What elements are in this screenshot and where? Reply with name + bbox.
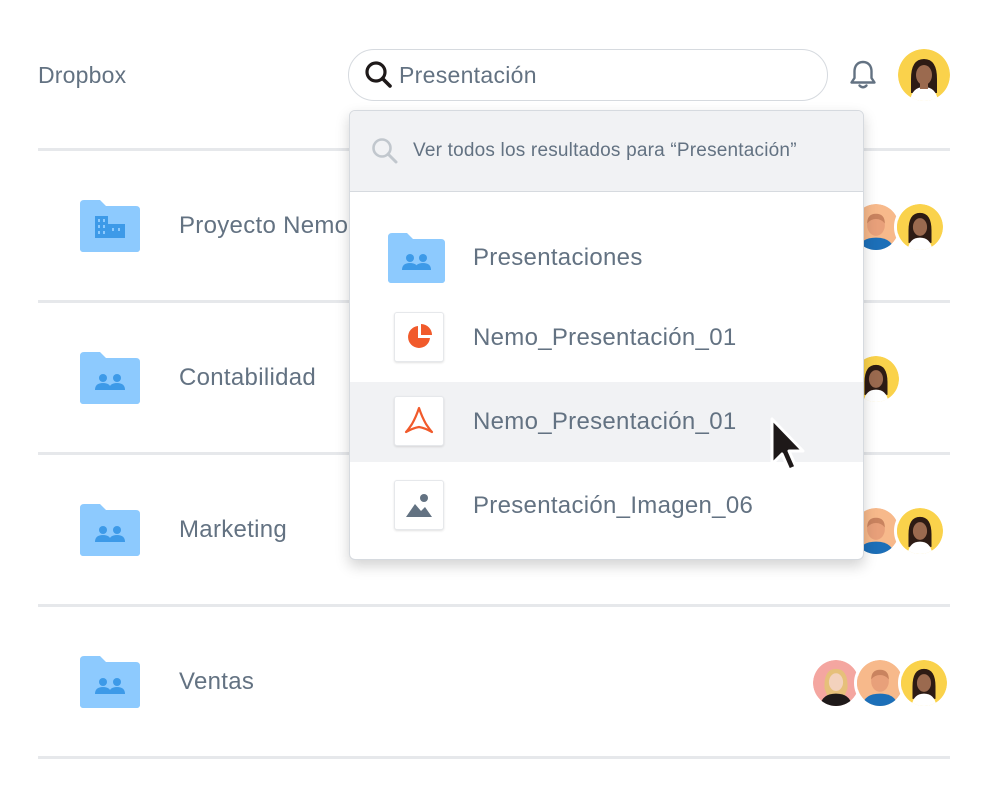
search-result-label: Nemo_Presentación_01 [473, 324, 737, 351]
search-result-label: Presentación_Imagen_06 [473, 492, 754, 519]
file-thumbnail [394, 396, 444, 446]
search-icon [372, 138, 398, 164]
image-file-icon [406, 494, 432, 517]
mouse-cursor-icon [770, 417, 805, 472]
building-folder-icon [80, 200, 140, 252]
folder-name[interactable]: Marketing [179, 516, 287, 544]
shared-avatars [850, 505, 950, 557]
shared-avatars [850, 201, 950, 253]
shared-folder-icon [80, 656, 140, 708]
avatar-woman [894, 201, 946, 253]
shared-avatars [810, 657, 950, 709]
search-result-item[interactable]: Presentaciones [350, 218, 863, 298]
bell-icon[interactable] [845, 57, 881, 93]
avatar-woman [898, 657, 950, 709]
row-divider [38, 756, 950, 759]
row-divider [38, 604, 950, 607]
user-avatar[interactable] [898, 49, 950, 101]
folder-row[interactable]: Ventas [38, 632, 950, 732]
avatar-woman [894, 505, 946, 557]
search-box[interactable] [348, 49, 828, 101]
file-thumbnail [394, 480, 444, 530]
search-result-item[interactable]: Nemo_Presentación_01 [350, 298, 863, 378]
pdf-file-icon [404, 406, 434, 434]
see-all-results-label: Ver todos los resultados para “Presentac… [413, 140, 797, 161]
shared-folder-icon [388, 233, 445, 283]
shared-folder-icon [80, 504, 140, 556]
shared-avatars [850, 353, 950, 405]
file-thumbnail [394, 312, 444, 362]
pie-chart-file-icon [408, 324, 432, 348]
app-title[interactable]: Dropbox [38, 62, 126, 89]
folder-name[interactable]: Contabilidad [179, 364, 316, 392]
search-input[interactable] [399, 61, 799, 89]
search-result-label: Nemo_Presentación_01 [473, 408, 737, 435]
folder-name[interactable]: Proyecto Nemo [179, 212, 348, 240]
search-results-dropdown: Ver todos los resultados para “Presentac… [349, 110, 864, 560]
search-icon [365, 61, 392, 88]
see-all-results[interactable]: Ver todos los resultados para “Presentac… [350, 111, 863, 192]
search-result-label: Presentaciones [473, 244, 643, 271]
folder-name[interactable]: Ventas [179, 668, 254, 696]
shared-folder-icon [80, 352, 140, 404]
